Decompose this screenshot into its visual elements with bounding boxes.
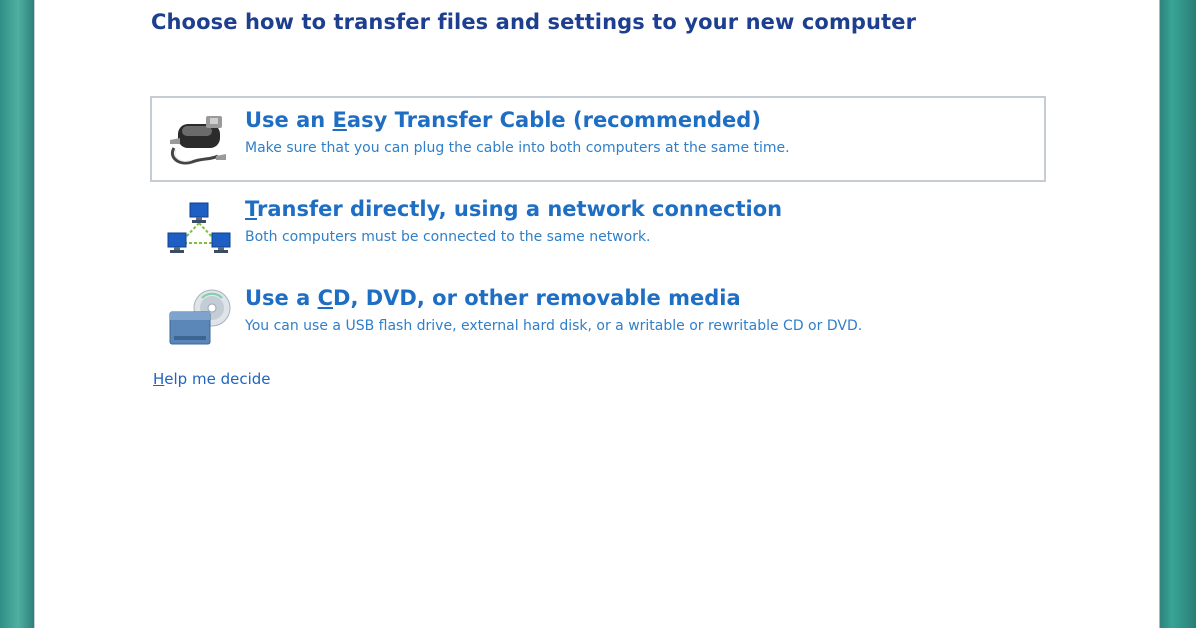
network-computers-icon bbox=[166, 199, 232, 259]
option-description: You can use a USB flash drive, external … bbox=[245, 318, 863, 334]
option-network-connection[interactable]: Transfer directly, using a network conne… bbox=[150, 185, 1046, 271]
option-removable-media[interactable]: Use a CD, DVD, or other removable media … bbox=[150, 274, 1046, 360]
easy-transfer-window: Choose how to transfer files and setting… bbox=[34, 0, 1160, 628]
option-easy-transfer-cable[interactable]: Use an Easy Transfer Cable (recommended)… bbox=[150, 96, 1046, 182]
option-description: Make sure that you can plug the cable in… bbox=[245, 140, 790, 156]
option-description: Both computers must be connected to the … bbox=[245, 229, 651, 245]
cable-icon bbox=[166, 110, 232, 170]
option-heading: Use a CD, DVD, or other removable media bbox=[245, 286, 741, 310]
option-heading: Use an Easy Transfer Cable (recommended) bbox=[245, 108, 761, 132]
option-heading: Transfer directly, using a network conne… bbox=[245, 197, 783, 221]
help-me-decide-link[interactable]: Help me decide bbox=[153, 370, 271, 388]
page-title: Choose how to transfer files and setting… bbox=[151, 10, 917, 34]
removable-media-icon bbox=[166, 288, 232, 348]
desktop-background-right bbox=[1156, 0, 1196, 628]
